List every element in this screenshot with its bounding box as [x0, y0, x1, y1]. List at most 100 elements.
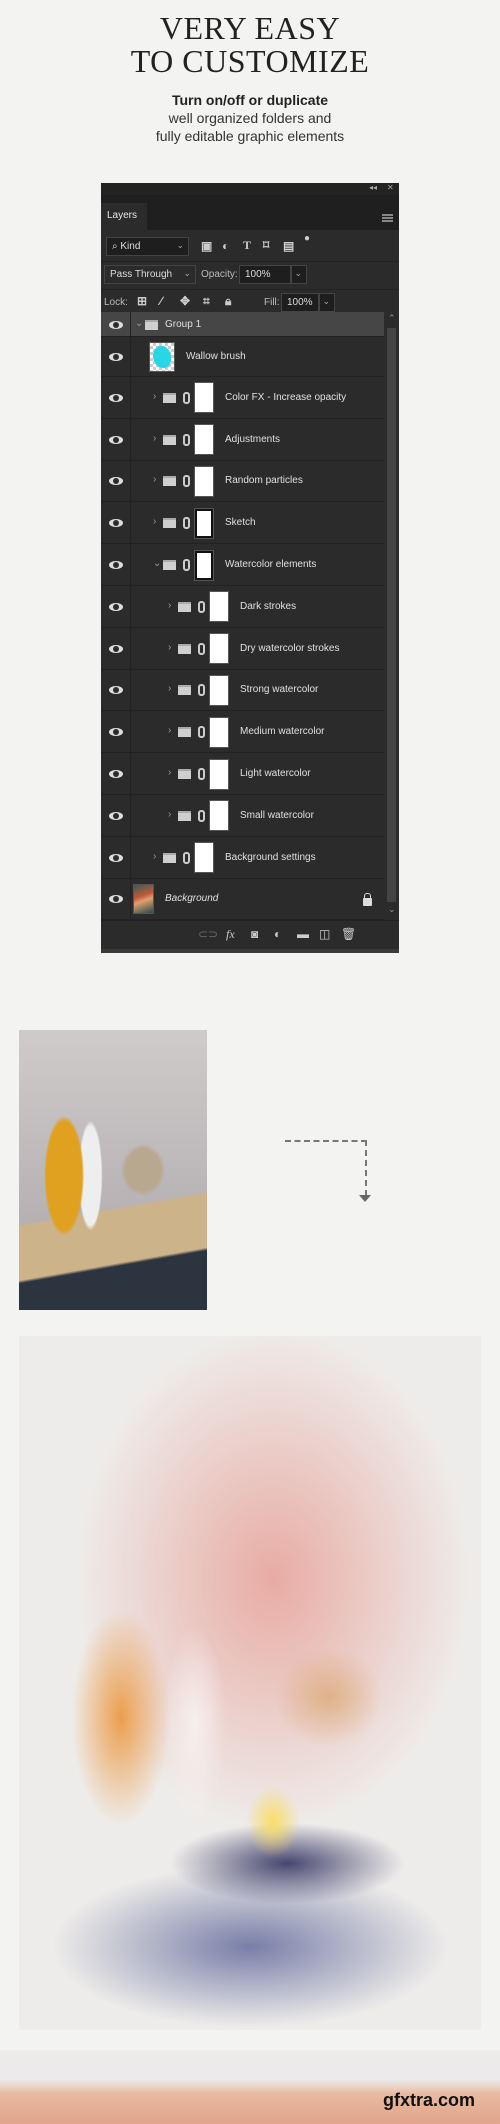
layer-mask-thumbnail[interactable] — [194, 842, 214, 874]
layer-mask-thumbnail[interactable] — [209, 758, 229, 790]
eye-icon[interactable] — [109, 853, 123, 862]
layer-thumbnail[interactable] — [133, 884, 154, 915]
chevron-right-icon[interactable]: › — [153, 516, 156, 527]
lock-pixels-icon[interactable]: ∕ — [160, 294, 162, 308]
layer-mask-thumbnail[interactable] — [194, 465, 214, 497]
shape-filter-icon[interactable]: ⌑ — [263, 238, 269, 252]
layer-row[interactable]: › Background settings — [101, 836, 384, 879]
layer-row[interactable]: › Adjustments — [101, 418, 384, 461]
chevron-right-icon[interactable]: › — [153, 851, 156, 862]
layer-row[interactable]: Wallow brush — [101, 337, 384, 377]
adjustment-filter-icon[interactable]: ◐ — [222, 239, 229, 253]
close-icon[interactable]: ✕ — [387, 183, 394, 192]
layer-mask-thumbnail[interactable] — [209, 800, 229, 832]
layer-mask-icon[interactable]: ◙ — [251, 927, 258, 941]
layer-name: Small watercolor — [240, 809, 314, 821]
layer-row[interactable]: › Medium watercolor — [101, 711, 384, 754]
layer-mask-thumbnail[interactable] — [209, 591, 229, 623]
lock-artboard-icon[interactable]: ⌗ — [203, 294, 210, 309]
fill-dropdown[interactable]: ⌄ — [319, 293, 335, 312]
eye-icon[interactable] — [109, 644, 123, 653]
layer-row[interactable]: › Light watercolor — [101, 753, 384, 795]
layer-row[interactable]: ⌄ Group 1 — [101, 312, 384, 337]
chevron-right-icon[interactable]: › — [168, 725, 171, 736]
layer-row[interactable]: › Color FX - Increase opacity — [101, 377, 384, 419]
layer-row[interactable]: › Dark strokes — [101, 586, 384, 628]
adjustment-layer-icon[interactable]: ◐ — [274, 927, 281, 941]
chevron-down-icon[interactable]: ⌄ — [135, 318, 143, 329]
tab-layers[interactable]: Layers — [101, 203, 147, 230]
lock-icon[interactable] — [363, 893, 372, 907]
new-group-icon[interactable]: ▬ — [297, 927, 309, 941]
folder-icon — [178, 727, 191, 738]
collapse-icon[interactable]: ◂◂ — [369, 183, 377, 192]
folder-icon — [163, 476, 176, 487]
layer-mask-thumbnail[interactable] — [194, 424, 214, 456]
scroll-up-icon[interactable]: ⌃ — [388, 313, 396, 324]
layer-row[interactable]: › Sketch — [101, 502, 384, 545]
layer-row[interactable]: › Dry watercolor strokes — [101, 627, 384, 670]
layer-mask-thumbnail[interactable] — [194, 549, 214, 581]
link-layers-icon[interactable]: ⊂⊃ — [198, 927, 218, 941]
chevron-down-icon[interactable]: ⌄ — [153, 558, 161, 569]
scrollbar[interactable]: ⌃ ⌄ — [385, 312, 398, 920]
layer-row[interactable]: › Strong watercolor — [101, 669, 384, 712]
chevron-right-icon[interactable]: › — [168, 767, 171, 778]
layer-mask-thumbnail[interactable] — [194, 382, 214, 414]
chevron-right-icon[interactable]: › — [168, 642, 171, 653]
lock-transparent-icon[interactable]: ⊞ — [137, 294, 147, 308]
layer-name: Wallow brush — [186, 351, 246, 362]
layer-mask-thumbnail[interactable] — [209, 633, 229, 665]
chevron-right-icon[interactable]: › — [153, 433, 156, 444]
layer-row[interactable]: › Small watercolor — [101, 795, 384, 837]
chevron-down-icon: ⌄ — [176, 240, 184, 250]
layer-thumbnail[interactable] — [149, 342, 175, 372]
eye-icon[interactable] — [109, 393, 123, 402]
eye-icon[interactable] — [109, 477, 123, 486]
chevron-right-icon[interactable]: › — [153, 474, 156, 485]
layer-row[interactable]: Background — [101, 878, 384, 921]
divider — [130, 544, 131, 585]
layer-name: Background — [165, 893, 219, 905]
eye-icon[interactable] — [109, 728, 123, 737]
folder-icon — [163, 852, 176, 863]
panel-menu-icon[interactable] — [382, 214, 393, 222]
chevron-right-icon[interactable]: › — [168, 600, 171, 611]
eye-icon[interactable] — [109, 519, 123, 528]
eye-icon[interactable] — [109, 686, 123, 695]
eye-icon[interactable] — [109, 811, 123, 820]
filter-toggle-icon[interactable]: ● — [304, 233, 310, 244]
eye-icon[interactable] — [109, 435, 123, 444]
eye-icon[interactable] — [109, 602, 123, 611]
opacity-input[interactable]: 100% — [239, 265, 291, 284]
eye-icon[interactable] — [109, 561, 123, 570]
layer-row[interactable]: ⌄ Watercolor elements — [101, 544, 384, 586]
smart-object-filter-icon[interactable]: ▤ — [283, 239, 294, 253]
blend-mode-select[interactable]: Pass Through ⌄ — [104, 265, 196, 284]
opacity-dropdown[interactable]: ⌄ — [291, 265, 307, 284]
chevron-right-icon[interactable]: › — [153, 391, 156, 402]
eye-icon[interactable] — [109, 320, 123, 329]
fill-input[interactable]: 100% — [281, 293, 319, 312]
lock-position-icon[interactable]: ✥ — [180, 294, 190, 308]
chevron-right-icon[interactable]: › — [168, 683, 171, 694]
fx-icon[interactable]: fx — [226, 927, 235, 942]
filter-kind-select[interactable]: ⌕ Kind ⌄ — [106, 237, 189, 256]
eye-icon[interactable] — [109, 895, 123, 904]
layer-mask-thumbnail[interactable] — [209, 716, 229, 748]
layer-mask-thumbnail[interactable] — [209, 674, 229, 706]
eye-icon[interactable] — [109, 353, 123, 361]
scroll-down-icon[interactable]: ⌄ — [388, 904, 396, 915]
scrollbar-thumb[interactable] — [387, 328, 396, 902]
trash-icon[interactable]: 🗑︎ — [341, 927, 356, 941]
divider — [130, 753, 131, 794]
tab-bar: Layers — [101, 195, 399, 230]
type-filter-icon[interactable]: T — [243, 238, 251, 253]
layer-row[interactable]: › Random particles — [101, 460, 384, 503]
layer-mask-thumbnail[interactable] — [194, 507, 214, 539]
chevron-right-icon[interactable]: › — [168, 809, 171, 820]
lock-all-icon[interactable]: 🔒︎ — [225, 294, 231, 309]
new-layer-icon[interactable]: ◫ — [319, 927, 330, 941]
eye-icon[interactable] — [109, 770, 123, 779]
image-filter-icon[interactable]: ▣ — [201, 239, 212, 253]
